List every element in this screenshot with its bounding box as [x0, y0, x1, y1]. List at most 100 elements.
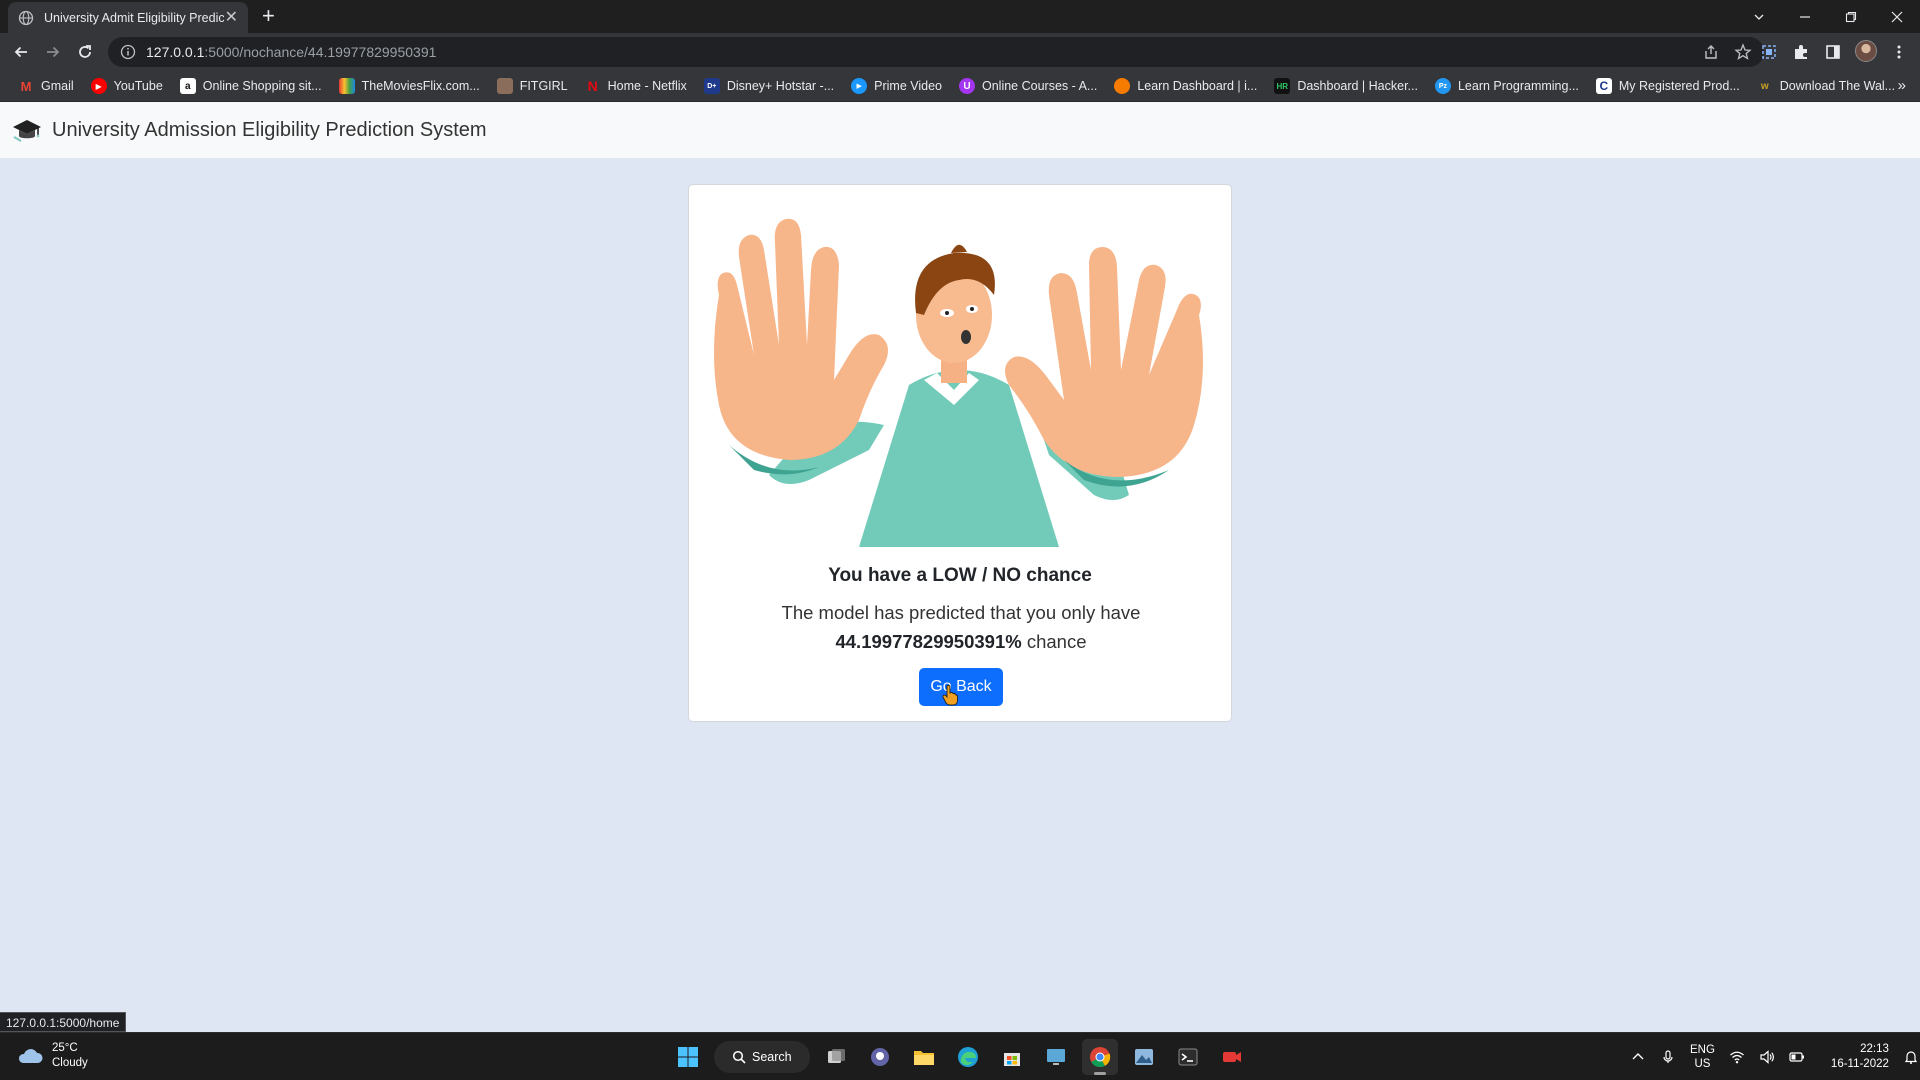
restore-icon[interactable] [1828, 0, 1874, 33]
bookmark-prime-video[interactable]: ▶ Prime Video [845, 74, 948, 98]
result-card: You have a LOW / NO chance The model has… [688, 184, 1232, 722]
result-text: The model has predicted that you only ha… [781, 602, 1141, 623]
photos-icon [1135, 1049, 1153, 1065]
registered-products-icon: C [1595, 78, 1612, 94]
bookmark-registered-products[interactable]: C My Registered Prod... [1590, 74, 1746, 98]
store-app[interactable] [994, 1039, 1030, 1075]
browser-toolbar: 127.0.0.1:5000/nochance/44.1997782995039… [0, 33, 1920, 71]
bookmark-hackerrank[interactable]: HR Dashboard | Hacker... [1268, 74, 1424, 98]
wifi-icon[interactable] [1729, 1049, 1745, 1065]
hand-cursor-icon [942, 684, 958, 706]
bookmark-programiz[interactable]: Pz Learn Programming... [1429, 74, 1585, 98]
photos-app[interactable] [1126, 1039, 1162, 1075]
terminal-app[interactable] [1170, 1039, 1206, 1075]
store-icon [1004, 1053, 1020, 1066]
amazon-icon: a [179, 78, 196, 94]
brand-title[interactable]: University Admission Eligibility Predict… [52, 119, 487, 142]
system-tray: ENG US 22:13 16-11-2022 [1630, 1033, 1919, 1080]
stop-gesture-illustration [714, 218, 1203, 547]
edge-icon [958, 1047, 978, 1067]
battery-icon[interactable] [1789, 1049, 1805, 1065]
teams-chat-app[interactable] [862, 1039, 898, 1075]
monitor-app[interactable] [1038, 1039, 1074, 1075]
moviesflix-icon [338, 78, 355, 94]
chrome-app[interactable] [1082, 1039, 1118, 1075]
programiz-icon: Pz [1434, 78, 1451, 94]
address-bar[interactable]: 127.0.0.1:5000/nochance/44.1997782995039… [108, 37, 1764, 67]
profile-avatar[interactable] [1855, 40, 1877, 62]
bookmark-learn-dashboard[interactable]: Learn Dashboard | i... [1108, 74, 1263, 98]
site-navbar: University Admission Eligibility Predict… [0, 102, 1920, 159]
microphone-icon[interactable] [1660, 1049, 1676, 1065]
back-icon[interactable] [10, 41, 32, 63]
learn-dashboard-icon [1114, 78, 1131, 94]
tab-title: University Admit Eligibility Predic [44, 10, 224, 25]
chat-icon [871, 1048, 889, 1066]
bookmarks-bar: M Gmail ▶ YouTube a Online Shopping sit... … [0, 71, 1920, 102]
site-info-icon[interactable] [120, 44, 136, 60]
bookmark-netflix[interactable]: N Home - Netflix [579, 74, 693, 98]
bookmark-youtube[interactable]: ▶ YouTube [85, 74, 169, 98]
clock-date: 16-11-2022 [1830, 1058, 1889, 1070]
folder-icon [914, 1051, 934, 1065]
hackerrank-icon: HR [1274, 78, 1291, 94]
weather-widget[interactable]: 25°C Cloudy [16, 1041, 88, 1071]
close-tab-icon[interactable]: ✕ [225, 9, 238, 26]
browser-tab[interactable]: University Admit Eligibility Predic ✕ [8, 2, 248, 33]
download-icon: w [1760, 80, 1769, 92]
monitor-icon [1047, 1049, 1065, 1065]
recorder-app[interactable] [1214, 1039, 1250, 1075]
task-view-button[interactable] [818, 1039, 854, 1075]
language-indicator[interactable]: ENG US [1690, 1043, 1715, 1071]
screen-capture-icon[interactable] [1758, 41, 1780, 63]
bookmark-fitgirl[interactable]: FITGIRL [491, 74, 574, 98]
chance-percentage: 44.19977829950391% [835, 631, 1022, 652]
globe-icon [18, 10, 34, 25]
menu-kebab-icon[interactable] [1888, 41, 1910, 63]
windows-logo-icon [678, 1047, 698, 1067]
browser-tab-bar: University Admit Eligibility Predic ✕ + [0, 0, 1920, 33]
bookmark-gmail[interactable]: M Gmail [12, 74, 80, 98]
edge-app[interactable] [950, 1039, 986, 1075]
terminal-icon [1178, 1048, 1198, 1066]
weather-temperature: 25°C [52, 1042, 78, 1054]
prime-video-icon: ▶ [851, 78, 868, 94]
cloud-icon [18, 1049, 43, 1063]
reload-icon[interactable] [74, 41, 96, 63]
chevron-up-icon[interactable] [1630, 1049, 1646, 1065]
task-view-icon [828, 1049, 845, 1063]
taskbar-search[interactable]: Search [714, 1041, 810, 1073]
bookmark-udemy[interactable]: U Online Courses - A... [953, 74, 1103, 98]
weather-condition: Cloudy [52, 1057, 88, 1069]
bookmark-star-icon[interactable] [1734, 43, 1752, 61]
chance-word: chance [1026, 631, 1087, 652]
video-camera-icon [1223, 1052, 1241, 1062]
close-window-icon[interactable] [1874, 0, 1920, 33]
forward-icon[interactable] [42, 41, 64, 63]
clock[interactable]: 22:13 16-11-2022 [1831, 1042, 1889, 1072]
tab-search-icon[interactable] [1736, 0, 1782, 33]
new-tab-icon[interactable]: + [262, 5, 275, 27]
bookmark-amazon[interactable]: a Online Shopping sit... [174, 74, 328, 98]
go-back-button[interactable]: Go Back [919, 668, 1003, 706]
udemy-icon: U [959, 78, 975, 94]
bookmark-hotstar[interactable]: D+ Disney+ Hotstar -... [698, 74, 840, 98]
result-title: You have a LOW / NO chance [828, 565, 1092, 586]
search-icon [732, 1050, 746, 1064]
bookmark-moviesflix[interactable]: TheMoviesFlix.com... [333, 74, 486, 98]
bookmark-download[interactable]: w Download The Wal... [1751, 74, 1901, 98]
side-panel-icon[interactable] [1822, 41, 1844, 63]
more-bookmarks-icon[interactable]: » [1898, 77, 1906, 94]
youtube-icon: ▶ [90, 78, 107, 94]
file-explorer-app[interactable] [906, 1039, 942, 1075]
minimize-icon[interactable] [1782, 0, 1828, 33]
notification-bell-icon[interactable] [1903, 1049, 1919, 1065]
netflix-icon: N [587, 78, 598, 94]
start-button[interactable] [670, 1039, 706, 1075]
status-url-tooltip: 127.0.0.1:5000/home [0, 1012, 127, 1032]
extensions-icon[interactable] [1790, 41, 1812, 63]
clock-time: 22:13 [1860, 1043, 1889, 1055]
volume-icon[interactable] [1759, 1049, 1775, 1065]
fitgirl-icon [496, 78, 513, 94]
share-icon[interactable] [1702, 43, 1720, 61]
